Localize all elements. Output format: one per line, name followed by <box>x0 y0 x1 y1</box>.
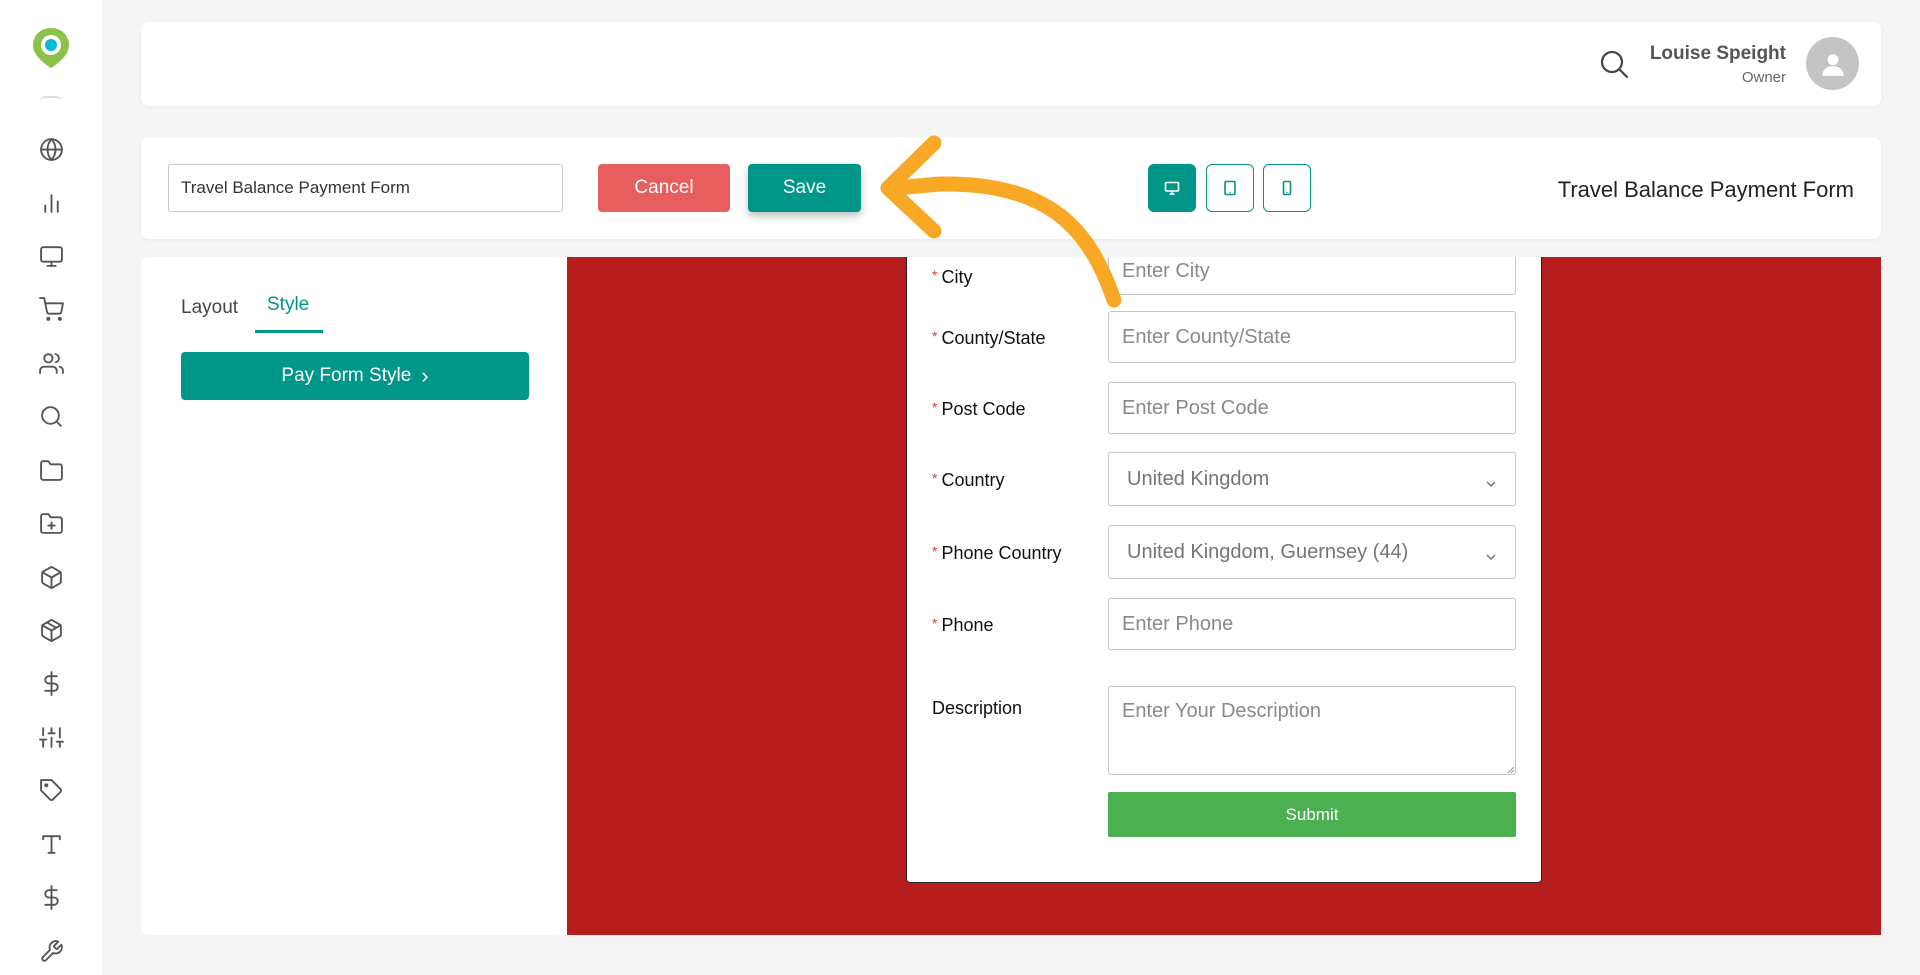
top-header: Louise Speight Owner <box>141 22 1881 106</box>
avatar[interactable] <box>1806 37 1859 90</box>
dollar-icon[interactable] <box>36 882 66 912</box>
folder-plus-icon[interactable] <box>36 508 66 538</box>
search-icon[interactable] <box>36 401 66 431</box>
county-state-input[interactable] <box>1108 311 1516 363</box>
cancel-button[interactable]: Cancel <box>598 164 730 212</box>
save-button[interactable]: Save <box>748 164 861 212</box>
county-state-label: * County/State <box>932 328 1046 348</box>
city-input[interactable] <box>1108 257 1516 295</box>
sliders-icon[interactable] <box>36 722 66 752</box>
type-icon[interactable] <box>36 829 66 859</box>
settings-panel: Layout Style Pay Form Style › <box>141 257 567 935</box>
mobile-icon <box>1282 180 1292 196</box>
form-name-input[interactable] <box>168 164 563 212</box>
bar-chart-icon[interactable] <box>36 188 66 218</box>
user-name: Louise Speight <box>1649 43 1786 64</box>
partial-icon <box>40 96 62 102</box>
phone-input[interactable] <box>1108 598 1516 650</box>
monitor-icon[interactable] <box>36 241 66 271</box>
country-label: * Country <box>932 470 1005 490</box>
post-code-label: * Post Code <box>932 399 1026 419</box>
country-select[interactable]: United Kingdom <box>1108 452 1516 506</box>
phone-label: * Phone <box>932 615 994 635</box>
payment-form: *City *County/State *Post Code *Country … <box>906 257 1542 883</box>
pay-form-style-button[interactable]: Pay Form Style › <box>181 352 529 400</box>
post-code-input[interactable] <box>1108 382 1516 434</box>
chevron-down-icon <box>1485 473 1497 488</box>
sidebar <box>0 0 102 975</box>
tab-layout[interactable]: Layout <box>181 297 238 319</box>
mobile-view-button[interactable] <box>1263 164 1311 212</box>
phone-country-label: * Phone Country <box>932 543 1062 563</box>
country-value: United Kingdom <box>1127 467 1270 490</box>
dollar-icon[interactable] <box>36 668 66 698</box>
users-icon[interactable] <box>36 348 66 378</box>
search-icon[interactable] <box>1598 48 1630 80</box>
phone-country-value: United Kingdom, Guernsey (44) <box>1127 540 1409 563</box>
desktop-icon <box>1164 181 1180 195</box>
cart-icon[interactable] <box>36 294 66 324</box>
chevron-down-icon <box>1485 546 1497 561</box>
form-preview-canvas: *City *County/State *Post Code *Country … <box>567 257 1881 935</box>
pay-form-style-label: Pay Form Style <box>281 365 412 386</box>
active-tab-indicator <box>255 330 323 333</box>
desktop-view-button[interactable] <box>1148 164 1196 212</box>
city-label: * City <box>932 267 973 287</box>
box-icon[interactable] <box>36 562 66 592</box>
package-icon[interactable] <box>36 615 66 645</box>
user-icon <box>1821 53 1844 76</box>
submit-button[interactable]: Submit <box>1108 792 1516 837</box>
tablet-view-button[interactable] <box>1206 164 1254 212</box>
tag-icon[interactable] <box>36 775 66 805</box>
tab-style[interactable]: Style <box>267 294 309 316</box>
description-textarea[interactable] <box>1108 686 1516 775</box>
wrench-icon[interactable] <box>36 936 66 966</box>
chevron-right-icon: › <box>421 363 429 388</box>
description-label: Description <box>932 698 1023 718</box>
tablet-icon <box>1224 180 1236 196</box>
folder-icon[interactable] <box>36 455 66 485</box>
phone-country-select[interactable]: United Kingdom, Guernsey (44) <box>1108 525 1516 579</box>
globe-icon[interactable] <box>36 134 66 164</box>
form-title: Travel Balance Payment Form <box>1557 177 1854 202</box>
editor-toolbar: Cancel Save Travel Balance Payment Form <box>141 137 1881 239</box>
user-role: Owner <box>1741 69 1786 86</box>
resize-grip-icon[interactable] <box>1505 764 1515 774</box>
app-logo-icon[interactable] <box>31 26 71 70</box>
